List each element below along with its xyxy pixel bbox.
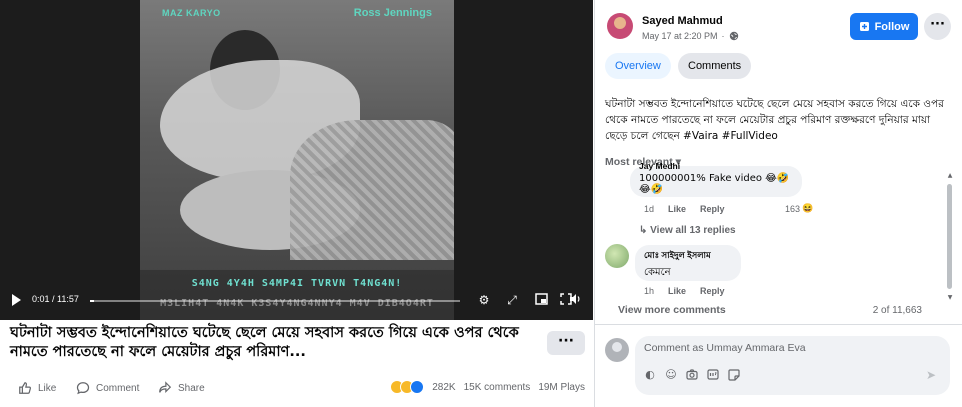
comment-time[interactable]: 1h [644,286,654,296]
globe-icon [729,31,738,41]
post-actions: Like Comment Share 282K 15K comments 19M… [0,376,593,400]
comment-label: Comment [96,382,140,394]
user-avatar[interactable] [605,338,629,362]
comment-like-button[interactable]: Like [668,204,686,214]
post-meta: May 17 at 2:20 PM · [642,31,739,41]
comment-input[interactable] [644,342,934,354]
comment-bubble: মোঃ সাইদুল ইসলাম কেমনে [635,245,741,281]
post-stats: 282K 15K comments 19M Plays [390,380,585,394]
divider [595,324,962,325]
video-frame[interactable]: MAZ KARYO Ross Jennings S4NG 4Y4H S4MP4I… [140,0,454,320]
like-button[interactable]: Like [18,381,56,395]
tab-comments[interactable]: Comments [678,53,752,79]
gif-icon[interactable] [707,369,719,381]
reply-arrow-icon: ↳ [639,225,648,236]
send-icon[interactable]: ➤ [926,369,938,381]
like-label: Like [38,382,57,394]
video-time: 0:01 / 11:57 [32,294,79,304]
comment-composer[interactable]: ◐ ☺ ➤ [635,336,950,395]
camera-icon[interactable] [686,369,698,381]
sticker-icon[interactable]: ◐ [644,369,656,381]
meta-separator: · [721,31,725,41]
comment-meta: 1d Like Reply [644,204,725,214]
video-caption-line1: S4NG 4Y4H S4MP4I TVRVN T4NG4N! [191,278,403,289]
settings-icon[interactable]: ⚙ [477,293,491,307]
tab-overview[interactable]: Overview [605,53,671,79]
commenter-avatar[interactable] [605,244,629,268]
more-options-button[interactable]: ··· [547,331,585,355]
emoji-icon[interactable]: ☺ [665,369,677,381]
watermark-right: Ross Jennings [353,7,432,19]
post-caption: ঘটনাটা সম্ভবত ইন্দোনেশিয়াতে ঘটেছে ছেলে … [605,98,944,142]
author-avatar[interactable] [607,13,633,39]
comment-like-button[interactable]: Like [668,286,686,296]
share-icon [159,381,172,393]
view-more-comments-link[interactable]: View more comments [618,304,726,316]
comment-author[interactable]: মোঃ সাইদুল ইসলাম [644,249,732,263]
comment-bubble: Jay Medhi 100000001% Fake video 😂🤣😂🤣 [630,161,802,197]
pip-icon[interactable] [534,293,548,307]
comment-author[interactable]: Jay Medhi [639,161,793,171]
comment-text: 100000001% Fake video 😂🤣😂🤣 [639,173,790,195]
comment-reply-button[interactable]: Reply [700,204,725,214]
play-icon[interactable] [12,294,21,306]
scroll-down-icon[interactable]: ▼ [946,294,954,302]
comments-count[interactable]: 15K comments [464,382,531,393]
composer-tools: ◐ ☺ [644,369,740,381]
comment-reaction-count: 163 [785,203,801,214]
post-date[interactable]: May 17 at 2:20 PM [642,31,718,41]
post-menu-button[interactable]: ··· [924,13,951,40]
comment-time[interactable]: 1d [644,204,654,214]
like-reaction-icon [410,380,425,394]
comment-meta: 1h Like Reply [644,286,725,296]
watermark-left: MAZ KARYO [162,8,221,18]
sticker-alt-icon[interactable] [728,369,740,381]
reaction-count[interactable]: 282K [432,382,455,393]
video-progress-fill [90,300,94,302]
haha-reaction-icon: 😆 [802,203,814,213]
video-controls: 0:01 / 11:57 ⚙ ⤢ [0,290,593,310]
video-player[interactable]: MAZ KARYO Ross Jennings S4NG 4Y4H S4MP4I… [0,0,593,320]
scroll-up-icon[interactable]: ▲ [946,172,954,180]
author-name[interactable]: Sayed Mahmud [642,15,723,27]
expand-icon[interactable]: ⤢ [505,293,519,307]
view-replies-link[interactable]: ↳ View all 13 replies [639,225,736,236]
comment-reply-button[interactable]: Reply [700,286,725,296]
comments-scrollbar[interactable]: ▲ ▼ [946,172,954,302]
video-figure-cloth [290,120,454,260]
share-button[interactable]: Share [158,381,205,395]
view-replies-label: View all 13 replies [650,225,736,236]
follow-icon [859,22,869,31]
follow-label: Follow [874,20,910,33]
reaction-icons[interactable] [390,380,425,394]
post-title: ঘটনাটা সম্ভবত ইন্দোনেশিয়াতে ঘটেছে ছেলে … [10,325,519,360]
comment-icon [76,382,90,395]
video-progress-bar[interactable] [90,300,460,302]
follow-button[interactable]: Follow [850,13,918,40]
like-icon [19,382,31,394]
volume-icon[interactable] [568,293,582,307]
comment-button[interactable]: Comment [76,381,139,395]
comment-reactions[interactable]: 163 😆 [785,203,813,214]
plays-count: 19M Plays [538,381,585,393]
comment-count: 2 of 11,663 [872,305,922,316]
comment-text: কেমনে [644,267,671,278]
scroll-thumb[interactable] [947,184,952,289]
comments-panel: Sayed Mahmud May 17 at 2:20 PM · Follow … [594,0,962,407]
share-label: Share [178,382,205,394]
